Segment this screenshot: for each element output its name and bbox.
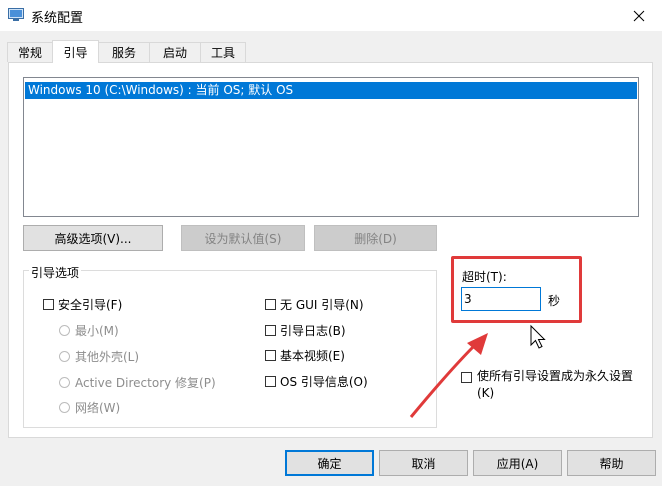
set-default-button[interactable]: 设为默认值(S) xyxy=(181,225,305,251)
delete-button[interactable]: 删除(D) xyxy=(314,225,437,251)
list-item[interactable]: Windows 10 (C:\Windows) : 当前 OS; 默认 OS xyxy=(25,82,637,99)
boot-log-label: 引导日志(B) xyxy=(280,324,346,338)
annotation-highlight-box xyxy=(451,256,582,323)
tab-label: 工具 xyxy=(210,46,235,60)
cancel-button[interactable]: 取消 xyxy=(379,450,468,476)
permanent-settings-label: 使所有引导设置成为永久设置(K) xyxy=(477,369,634,400)
tab-label: 服务 xyxy=(111,46,136,60)
window-title: 系统配置 xyxy=(31,11,84,26)
network-label: 网络(W) xyxy=(75,401,121,415)
ok-button[interactable]: 确定 xyxy=(285,450,374,476)
tab-label: 启动 xyxy=(162,46,187,60)
network-radio[interactable] xyxy=(59,402,70,413)
tab-label: 引导 xyxy=(63,45,88,60)
minimal-option[interactable]: 最小(M) xyxy=(59,322,119,339)
boot-log-option[interactable]: 引导日志(B) xyxy=(265,322,346,339)
os-boot-info-option[interactable]: OS 引导信息(O) xyxy=(265,373,368,390)
title-bar: 系统配置 xyxy=(0,0,662,31)
tab-label: 常规 xyxy=(17,46,42,60)
permanent-settings-checkbox[interactable] xyxy=(461,372,472,383)
no-gui-label: 无 GUI 引导(N) xyxy=(280,298,364,312)
ad-repair-label: Active Directory 修复(P) xyxy=(75,376,216,390)
apply-button[interactable]: 应用(A) xyxy=(473,450,562,476)
safe-boot-option[interactable]: 安全引导(F) xyxy=(43,296,122,313)
tab-tools[interactable]: 工具 xyxy=(200,42,246,62)
tab-general[interactable]: 常规 xyxy=(7,42,53,62)
advanced-options-button[interactable]: 高级选项(V)... xyxy=(23,225,163,251)
alternate-shell-label: 其他外壳(L) xyxy=(75,350,140,364)
os-boot-info-checkbox[interactable] xyxy=(265,376,276,387)
system-config-icon xyxy=(8,8,24,21)
alternate-shell-option[interactable]: 其他外壳(L) xyxy=(59,348,139,365)
os-listbox[interactable]: Windows 10 (C:\Windows) : 当前 OS; 默认 OS xyxy=(23,77,639,217)
tab-startup[interactable]: 启动 xyxy=(149,42,201,62)
ad-repair-option[interactable]: Active Directory 修复(P) xyxy=(59,374,216,391)
base-video-checkbox[interactable] xyxy=(265,350,276,361)
close-button[interactable] xyxy=(616,0,662,31)
alternate-shell-radio[interactable] xyxy=(59,351,70,362)
base-video-label: 基本视频(E) xyxy=(280,349,345,363)
tab-services[interactable]: 服务 xyxy=(98,42,150,62)
safe-boot-checkbox[interactable] xyxy=(43,299,54,310)
os-boot-info-label: OS 引导信息(O) xyxy=(280,375,368,389)
boot-options-title: 引导选项 xyxy=(29,264,82,281)
network-option[interactable]: 网络(W) xyxy=(59,399,120,416)
minimal-radio[interactable] xyxy=(59,325,70,336)
minimal-label: 最小(M) xyxy=(75,324,119,338)
safe-boot-label: 安全引导(F) xyxy=(58,298,123,312)
help-button[interactable]: 帮助 xyxy=(567,450,656,476)
no-gui-checkbox[interactable] xyxy=(265,299,276,310)
tab-boot[interactable]: 引导 xyxy=(52,40,99,63)
ad-repair-radio[interactable] xyxy=(59,377,70,388)
boot-log-checkbox[interactable] xyxy=(265,325,276,336)
close-icon xyxy=(633,10,645,21)
no-gui-option[interactable]: 无 GUI 引导(N) xyxy=(265,296,364,313)
base-video-option[interactable]: 基本视频(E) xyxy=(265,347,345,364)
